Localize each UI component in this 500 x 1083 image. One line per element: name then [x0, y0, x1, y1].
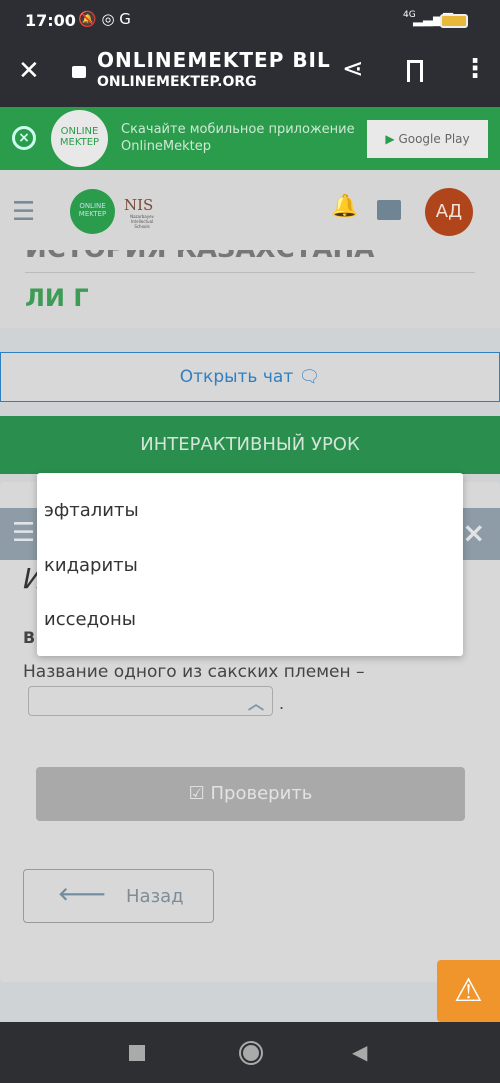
- warning-report-button[interactable]: ⚠: [437, 960, 500, 1022]
- close-banner-icon[interactable]: ×: [12, 126, 36, 150]
- chevron-up-icon: ︿: [247, 694, 264, 713]
- arrow-left-icon: 🡐: [58, 884, 107, 905]
- back-button[interactable]: 🡐 Назад: [23, 869, 214, 923]
- sentence-end: .: [279, 694, 285, 713]
- browser-bar: ✕ ONLINEMEKTEP BIL ONLINEMEKTEP.ORG ⋖ ⋮: [0, 40, 500, 107]
- chat-icon: 🗨: [298, 367, 321, 387]
- onlinemektep-logo: ONLINE MEKTEP: [51, 110, 108, 167]
- answer-select[interactable]: ︿: [28, 686, 273, 716]
- task-sentence: Название одного из сакских племен –: [23, 662, 365, 682]
- course-subtitle: ЛИ Г: [25, 284, 89, 312]
- divider: [25, 272, 475, 273]
- task-label: В: [23, 628, 36, 647]
- banner-line2: OnlineMektep: [121, 139, 212, 154]
- recents-icon[interactable]: [129, 1045, 145, 1061]
- bell-icon[interactable]: 🔔: [331, 194, 358, 219]
- dropdown-option[interactable]: эфталиты: [44, 500, 139, 521]
- lock-icon: [72, 66, 86, 78]
- page-title: ONLINEMEKTEP BIL: [97, 48, 331, 72]
- banner-line1: Скачайте мобильное приложение: [121, 122, 355, 137]
- menu-icon[interactable]: ☰: [12, 518, 35, 548]
- home-icon[interactable]: [239, 1041, 263, 1065]
- google-play-button[interactable]: ▶ Google Play: [367, 120, 488, 158]
- status-bar: 17:00 🔕 ◎ G 4G ▂▃▅▇: [0, 0, 500, 40]
- nis-logo: NIS: [124, 196, 154, 214]
- share-icon[interactable]: ⋖: [342, 54, 364, 84]
- lesson-bar: ИНТЕРАКТИВНЫЙ УРОК: [0, 416, 500, 474]
- open-chat-button[interactable]: Открыть чат 🗨: [0, 352, 500, 402]
- close-icon[interactable]: ×: [462, 516, 485, 549]
- play-icon: ▶: [385, 132, 395, 146]
- nis-subtitle: Nazarbayev Intellectual Schools: [130, 214, 154, 229]
- dropdown-option[interactable]: кидариты: [44, 555, 138, 576]
- menu-toggle-icon[interactable]: ☰: [12, 197, 35, 227]
- warning-icon: ⚠: [454, 971, 483, 1009]
- dropdown-menu: эфталиты кидариты исседоны: [37, 473, 463, 656]
- close-icon[interactable]: ✕: [18, 56, 40, 86]
- dropdown-option[interactable]: исседоны: [44, 609, 136, 630]
- android-nav-bar: ◀: [0, 1022, 500, 1083]
- status-time: 17:00: [25, 11, 76, 30]
- site-header: ☰ ONLINE MEKTEP NIS Nazarbayev Intellect…: [0, 170, 500, 250]
- back-nav-icon[interactable]: ◀: [352, 1040, 367, 1064]
- page-url[interactable]: ONLINEMEKTEP.ORG: [97, 74, 257, 90]
- battery-icon: [440, 14, 468, 28]
- onlinemektep-logo[interactable]: ONLINE MEKTEP: [70, 189, 115, 234]
- app-banner: × ONLINE MEKTEP Скачайте мобильное прило…: [0, 107, 500, 170]
- course-title: ИСТОРИЯ КАЗАХСТАНА: [25, 250, 374, 264]
- more-icon[interactable]: ⋮: [462, 54, 488, 84]
- list-icon[interactable]: [377, 200, 401, 220]
- checkbox-icon: ☑: [188, 783, 205, 804]
- banner-text: Скачайте мобильное приложение OnlineMekt…: [121, 121, 355, 155]
- notification-icons: 🔕 ◎ G: [78, 10, 131, 28]
- avatar[interactable]: АД: [425, 188, 473, 236]
- bookmark-icon[interactable]: [407, 60, 423, 82]
- course-card: ИСТОРИЯ КАЗАХСТАНА ЛИ Г: [0, 250, 500, 328]
- check-button[interactable]: ☑ Проверить: [36, 767, 465, 821]
